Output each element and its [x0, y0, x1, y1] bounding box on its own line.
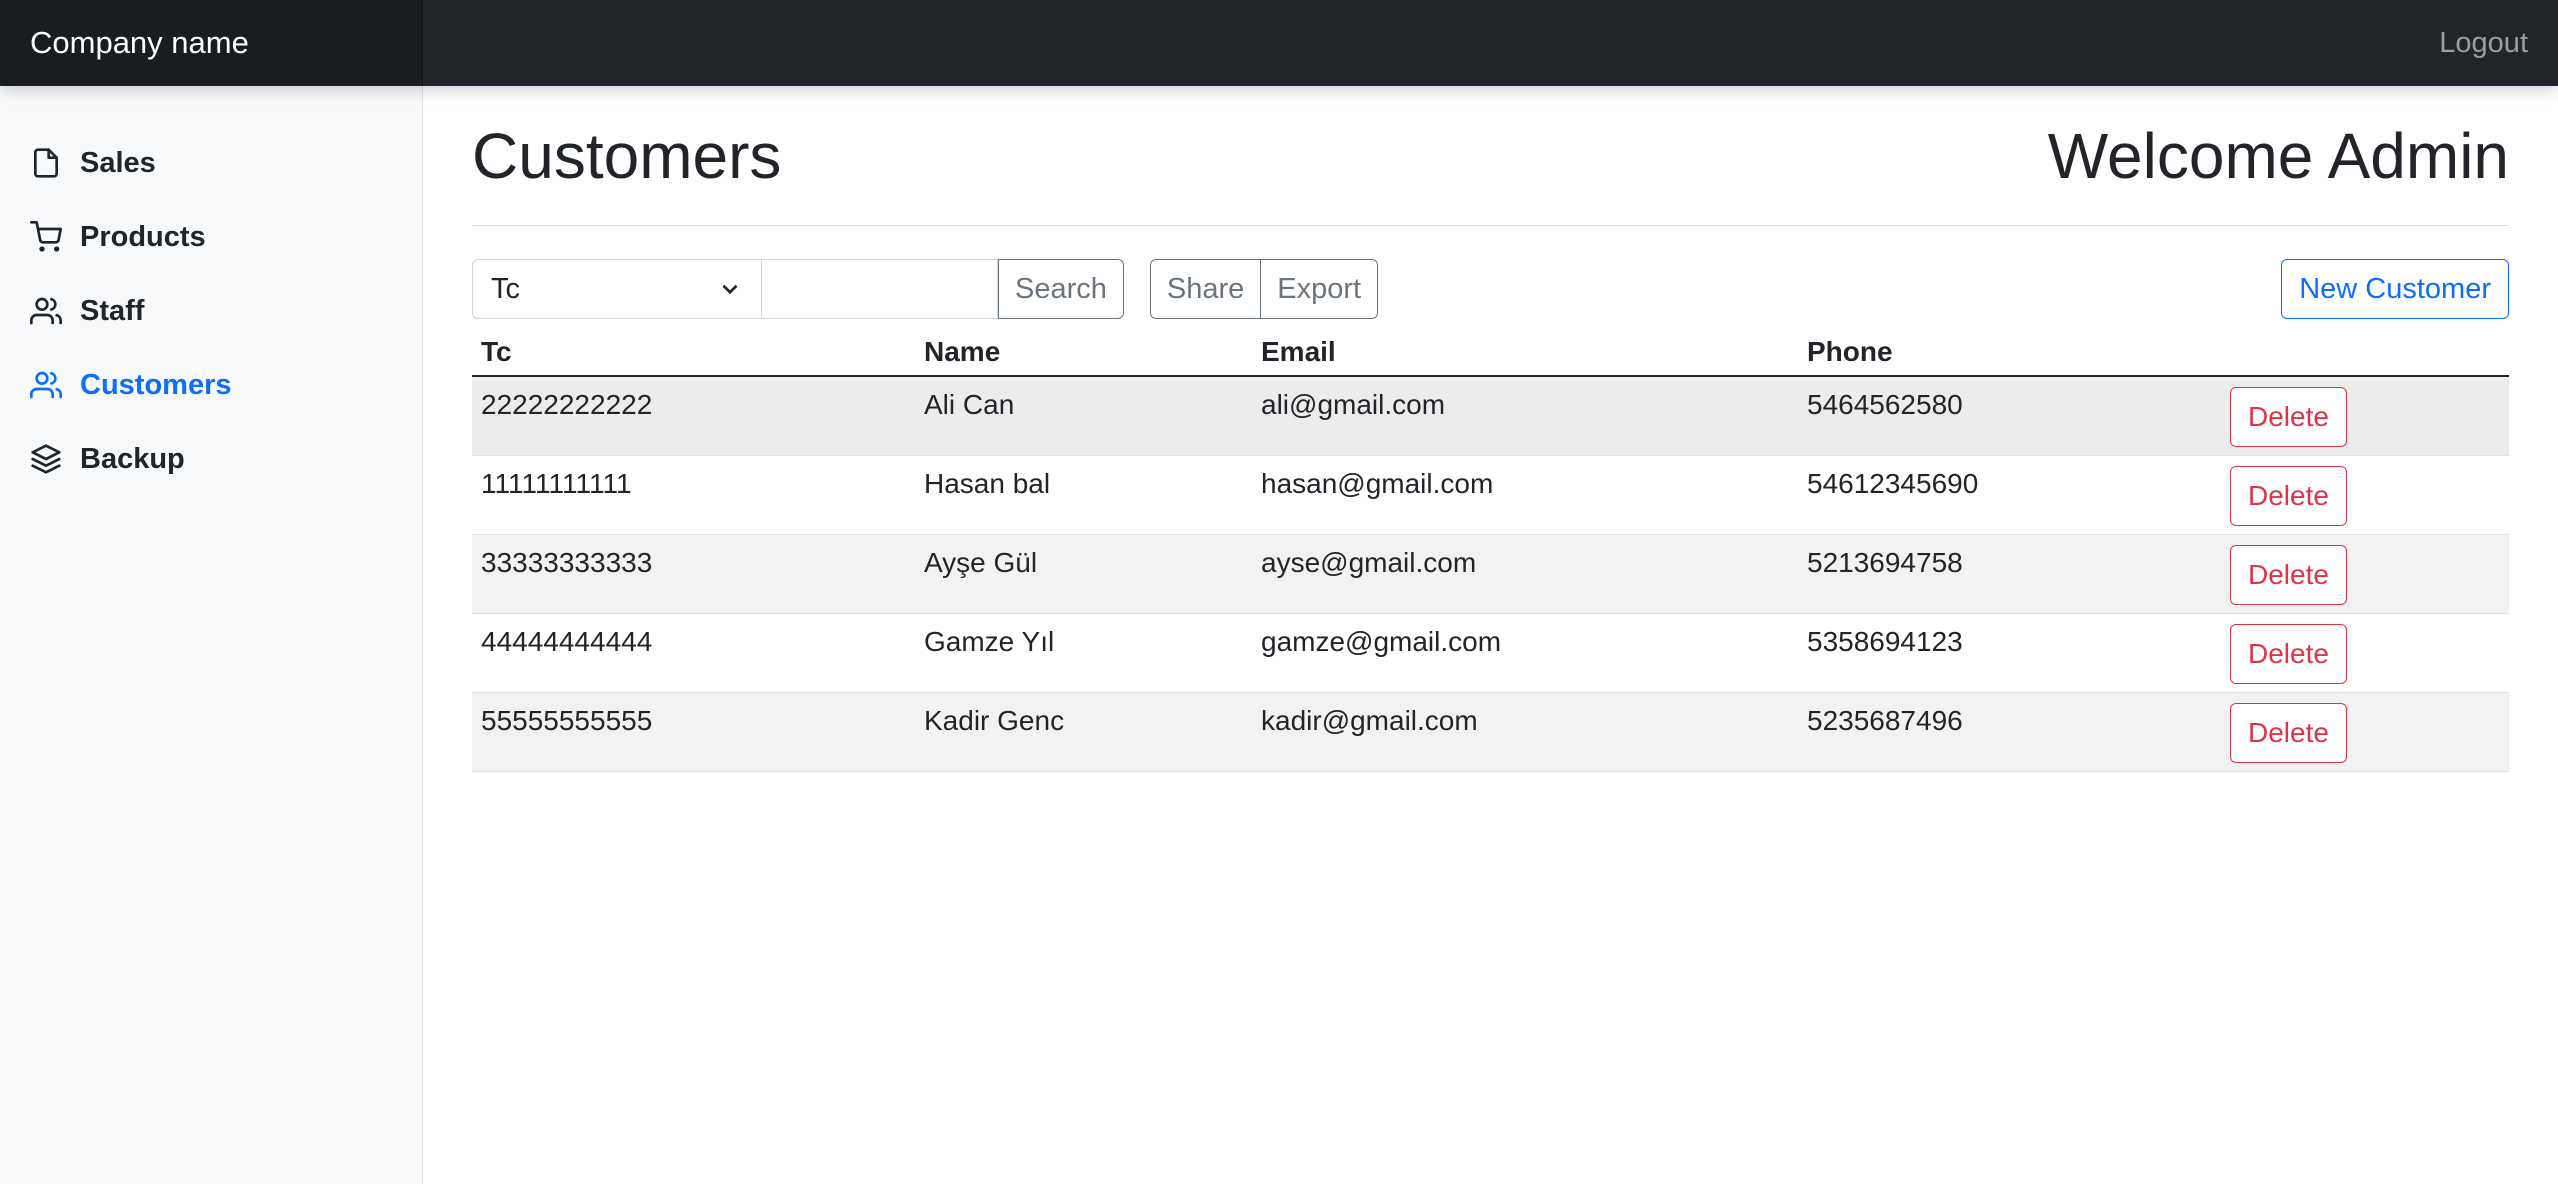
sidebar-item-label: Customers: [80, 368, 232, 401]
column-header-name: Name: [915, 329, 1252, 377]
customers-table: Tc Name Email Phone 22222222222 Ali Can …: [472, 329, 2509, 772]
column-header-email: Email: [1252, 329, 1798, 377]
cell-name: Gamze Yıl: [915, 613, 1252, 693]
cell-phone: 5235687496: [1798, 692, 2221, 772]
table-header-row: Tc Name Email Phone: [472, 329, 2509, 377]
delete-button[interactable]: Delete: [2230, 702, 2347, 763]
sidebar-item-sales[interactable]: Sales: [0, 126, 422, 200]
sidebar-item-label: Backup: [80, 442, 185, 475]
sidebar: Sales Products Staff Customers Backup: [0, 86, 423, 1184]
cell-name: Kadir Genc: [915, 692, 1252, 772]
delete-button[interactable]: Delete: [2230, 623, 2347, 684]
delete-button[interactable]: Delete: [2230, 465, 2347, 526]
table-row: 22222222222 Ali Can ali@gmail.com 546456…: [472, 376, 2509, 456]
cell-actions: Delete: [2221, 376, 2509, 456]
sidebar-item-label: Staff: [80, 294, 145, 327]
share-button[interactable]: Share: [1149, 259, 1262, 319]
cell-phone: 5213694758: [1798, 534, 2221, 614]
brand-name[interactable]: Company name: [0, 0, 423, 86]
delete-button[interactable]: Delete: [2230, 387, 2347, 447]
file-icon: [30, 147, 62, 179]
welcome-message: Welcome Admin: [2047, 119, 2509, 192]
filter-select[interactable]: Tc: [472, 259, 762, 319]
cart-icon: [30, 221, 62, 253]
page-title: Customers: [472, 119, 782, 192]
sidebar-item-staff[interactable]: Staff: [0, 274, 422, 348]
cell-name: Hasan bal: [915, 455, 1252, 535]
main-content: Customers Welcome Admin Tc Search Share …: [472, 86, 2509, 772]
column-header-tc: Tc: [472, 329, 915, 377]
sidebar-item-products[interactable]: Products: [0, 200, 422, 274]
layers-icon: [30, 443, 62, 475]
share-export-group: Share Export: [1149, 259, 1379, 319]
column-header-phone: Phone: [1798, 329, 2221, 377]
cell-name: Ali Can: [915, 376, 1252, 456]
filter-select-value: Tc: [491, 272, 520, 305]
page-header: Customers Welcome Admin: [472, 86, 2509, 226]
cell-email: gamze@gmail.com: [1252, 613, 1798, 693]
cell-actions: Delete: [2221, 692, 2509, 772]
cell-actions: Delete: [2221, 455, 2509, 535]
table-row: 55555555555 Kadir Genc kadir@gmail.com 5…: [472, 692, 2509, 772]
cell-actions: Delete: [2221, 534, 2509, 614]
sidebar-item-backup[interactable]: Backup: [0, 422, 422, 496]
cell-tc: 55555555555: [472, 692, 915, 772]
chevron-down-icon: [722, 284, 738, 295]
logout-link[interactable]: Logout: [2439, 0, 2528, 86]
export-button[interactable]: Export: [1261, 259, 1379, 319]
sidebar-item-label: Products: [80, 220, 206, 253]
cell-email: ayse@gmail.com: [1252, 534, 1798, 614]
toolbar: Tc Search Share Export New Customer: [472, 259, 2509, 319]
cell-phone: 5358694123: [1798, 613, 2221, 693]
cell-email: kadir@gmail.com: [1252, 692, 1798, 772]
cell-tc: 33333333333: [472, 534, 915, 614]
users-icon: [30, 295, 62, 327]
cell-phone: 5464562580: [1798, 376, 2221, 456]
table-row: 33333333333 Ayşe Gül ayse@gmail.com 5213…: [472, 534, 2509, 614]
cell-actions: Delete: [2221, 613, 2509, 693]
cell-tc: 44444444444: [472, 613, 915, 693]
top-navbar: Company name Logout: [0, 0, 2558, 86]
search-input[interactable]: [762, 259, 998, 319]
cell-tc: 11111111111: [472, 455, 915, 535]
sidebar-item-label: Sales: [80, 146, 156, 179]
table-row: 44444444444 Gamze Yıl gamze@gmail.com 53…: [472, 613, 2509, 693]
users-icon: [30, 369, 62, 401]
new-customer-button[interactable]: New Customer: [2281, 259, 2509, 319]
cell-email: ali@gmail.com: [1252, 376, 1798, 456]
cell-name: Ayşe Gül: [915, 534, 1252, 614]
cell-phone: 54612345690: [1798, 455, 2221, 535]
cell-email: hasan@gmail.com: [1252, 455, 1798, 535]
sidebar-item-customers[interactable]: Customers: [0, 348, 422, 422]
search-button[interactable]: Search: [998, 259, 1124, 319]
cell-tc: 22222222222: [472, 376, 915, 456]
delete-button[interactable]: Delete: [2230, 544, 2347, 605]
column-header-actions: [2221, 329, 2509, 377]
table-row: 11111111111 Hasan bal hasan@gmail.com 54…: [472, 455, 2509, 535]
